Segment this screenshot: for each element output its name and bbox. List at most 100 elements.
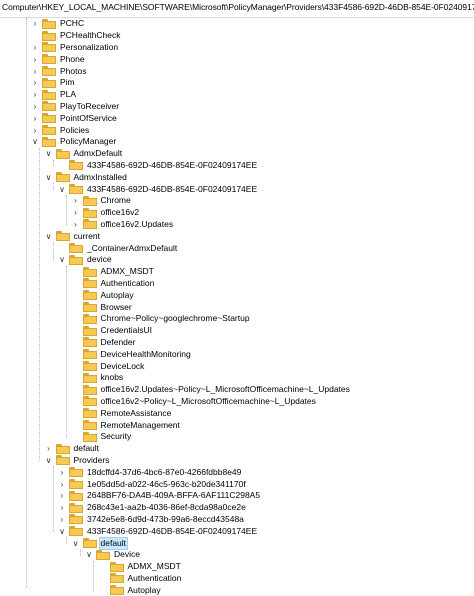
folder-icon [96, 549, 110, 560]
chevron-down-icon[interactable]: ∨ [44, 149, 54, 158]
tree-item[interactable]: CredentialsUI [71, 325, 154, 337]
tree-item[interactable]: ADMX_MSDT [71, 266, 155, 278]
tree-item[interactable]: › Phone [30, 53, 86, 65]
tree-guide-line [26, 18, 27, 588]
chevron-down-icon[interactable]: ∨ [57, 527, 67, 536]
tree-item[interactable]: › Personalization [30, 42, 119, 54]
chevron-down-icon[interactable]: ∨ [84, 550, 94, 559]
tree-item[interactable]: Autoplay [98, 584, 162, 596]
tree-item-label: 268c43e1-aa2b-4036-86ef-8cda98a0ce2e [87, 502, 246, 513]
tree-item[interactable]: ∨ default [71, 536, 129, 550]
tree-item[interactable]: › Photos [30, 65, 87, 77]
chevron-down-icon[interactable]: ∨ [71, 539, 81, 548]
tree-item[interactable]: › 18dcffd4-37d6-4bc6-87e0-4266fdbb8e49 [57, 466, 242, 478]
folder-icon [82, 349, 97, 360]
folder-icon [55, 172, 70, 183]
chevron-right-icon[interactable]: › [71, 196, 81, 205]
tree-item[interactable]: ∨ current [44, 230, 101, 242]
tree-item[interactable]: ADMX_MSDT [98, 561, 182, 573]
chevron-right-icon[interactable]: › [57, 468, 67, 477]
chevron-down-icon[interactable]: ∨ [30, 137, 40, 146]
chevron-down-icon[interactable]: ∨ [44, 232, 54, 241]
chevron-down-icon[interactable]: ∨ [57, 185, 67, 194]
folder-icon [82, 372, 97, 383]
tree-item[interactable]: › Policies [30, 124, 90, 136]
tree-item[interactable]: Authentication [71, 278, 156, 290]
tree-item[interactable]: › PCHC [30, 18, 85, 30]
tree-item[interactable]: › office16v2.Updates [71, 219, 175, 231]
folder-icon [82, 325, 97, 336]
tree-item[interactable]: office16v2.Updates~Policy~L_MicrosoftOff… [71, 384, 351, 396]
tree-item-label: Chrome~Policy~googlechrome~Startup [100, 313, 250, 324]
tree-item[interactable]: › 1e05dd5d-a022-46c5-963c-b20de341170f [57, 478, 247, 490]
tree-item[interactable]: › PlayToReceiver [30, 101, 120, 113]
tree-guide-line [52, 466, 54, 533]
chevron-right-icon[interactable]: › [30, 67, 40, 76]
chevron-right-icon[interactable]: › [30, 90, 40, 99]
tree-item[interactable]: › office16v2 [71, 207, 141, 219]
chevron-right-icon[interactable]: › [30, 19, 40, 28]
chevron-down-icon[interactable]: ∨ [57, 255, 67, 264]
tree-item[interactable]: DeviceHealthMonitoring [71, 348, 192, 360]
chevron-right-icon[interactable]: › [30, 43, 40, 52]
tree-item[interactable]: 433F4586-692D-46DB-854E-0F02409174EE [57, 160, 258, 172]
tree-item[interactable]: Defender [71, 337, 137, 349]
chevron-down-icon[interactable]: ∨ [44, 173, 54, 182]
tree-item[interactable]: ∨ PolicyManager [30, 136, 117, 148]
chevron-right-icon[interactable]: › [57, 515, 67, 524]
folder-icon [42, 101, 56, 112]
tree-item[interactable]: ∨ Providers [44, 455, 111, 467]
tree-item[interactable]: › PointOfService [30, 112, 118, 124]
tree-item[interactable]: › Pim [30, 77, 76, 89]
address-bar[interactable]: Computer\HKEY_LOCAL_MACHINE\SOFTWARE\Mic… [0, 0, 474, 18]
tree-item[interactable]: Browser [71, 301, 133, 313]
folder-icon [69, 243, 83, 254]
tree-item-label: DeviceHealthMonitoring [100, 348, 191, 359]
chevron-down-icon[interactable]: ∨ [44, 456, 54, 465]
tree-item[interactable]: office16v2~Policy~L_MicrosoftOfficemachi… [71, 396, 317, 408]
folder-icon [82, 302, 97, 313]
chevron-right-icon[interactable]: › [30, 102, 40, 111]
tree-item[interactable]: › 3742e5e8-6d9d-473b-99a6-8eccd43548a [57, 514, 245, 526]
tree-item[interactable]: ∨ 433F4586-692D-46DB-854E-0F02409174EE [57, 183, 258, 195]
tree-item-label: PCHC [60, 18, 85, 29]
tree-item[interactable]: Chrome~Policy~googlechrome~Startup [71, 313, 251, 325]
tree-item-label: Device [114, 549, 140, 560]
tree-item[interactable]: RemoteAssistance [71, 407, 173, 419]
tree-item-label: PolicyManager [60, 136, 117, 147]
tree-item[interactable]: ∨ AdmxDefault [44, 148, 124, 160]
chevron-right-icon[interactable]: › [71, 208, 81, 217]
folder-icon [109, 561, 124, 572]
tree-item[interactable]: › 2648BF76-DA4B-409A-BFFA-6AF111C298A5 [57, 490, 261, 502]
tree-item[interactable]: _ContainerAdmxDefault [57, 242, 178, 254]
folder-icon [69, 479, 83, 490]
tree-item[interactable]: Authentication [98, 573, 183, 585]
tree-item[interactable]: ∨ device [57, 254, 113, 266]
tree-item[interactable]: Security [71, 431, 133, 443]
chevron-right-icon[interactable]: › [30, 126, 40, 135]
tree-item[interactable]: ∨ 433F4586-692D-46DB-854E-0F02409174EE [57, 525, 258, 537]
chevron-right-icon[interactable]: › [30, 114, 40, 123]
chevron-right-icon[interactable]: › [57, 480, 67, 489]
chevron-right-icon[interactable]: › [57, 491, 67, 500]
tree-item[interactable]: knobs [71, 372, 125, 384]
chevron-right-icon[interactable]: › [71, 220, 81, 229]
chevron-right-icon[interactable]: › [44, 444, 54, 453]
tree-item[interactable]: › 268c43e1-aa2b-4036-86ef-8cda98a0ce2e [57, 502, 247, 514]
tree-item[interactable]: PCHealthCheck [30, 30, 121, 42]
folder-icon [69, 184, 83, 195]
folder-icon [82, 266, 97, 277]
tree-item[interactable]: › default [44, 443, 101, 455]
tree-item-label: PointOfService [60, 112, 117, 123]
tree-item[interactable]: Autoplay [71, 289, 135, 301]
chevron-right-icon[interactable]: › [30, 78, 40, 87]
tree-item[interactable]: › Chrome [71, 195, 132, 207]
folder-icon [42, 42, 56, 53]
chevron-right-icon[interactable]: › [57, 503, 67, 512]
tree-item[interactable]: › PLA [30, 89, 77, 101]
tree-item[interactable]: RemoteManagement [71, 419, 181, 431]
tree-item[interactable]: DeviceLock [71, 360, 146, 372]
tree-item[interactable]: ∨ AdmxInstalled [44, 171, 128, 183]
chevron-right-icon[interactable]: › [30, 55, 40, 64]
tree-item[interactable]: ∨ Device [84, 549, 141, 561]
